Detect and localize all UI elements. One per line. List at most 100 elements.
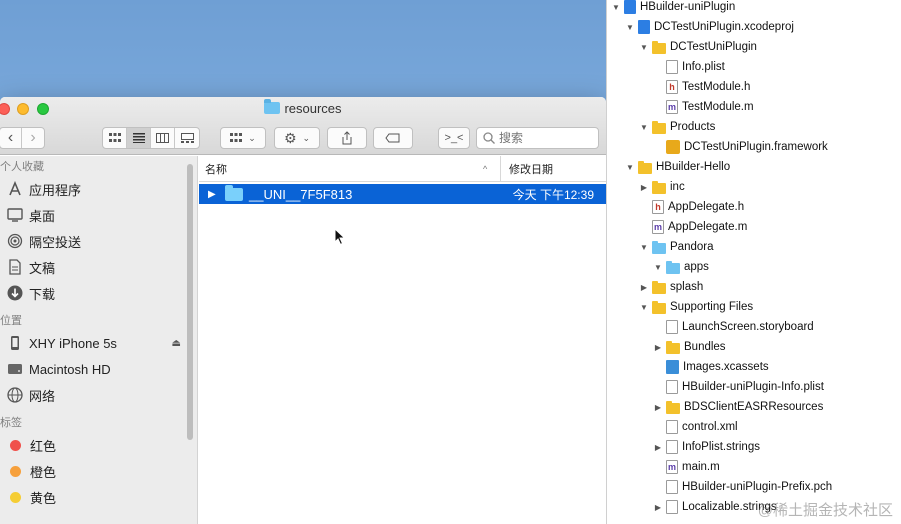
sidebar-scrollbar[interactable] xyxy=(187,164,193,440)
disclosure-open-icon[interactable]: ▼ xyxy=(639,303,649,312)
navigator-item[interactable]: HBuilder-uniPlugin-Info.plist xyxy=(607,377,824,397)
sidebar-item-downloads[interactable]: 下载 xyxy=(0,280,197,306)
window-title-text: resources xyxy=(284,101,342,116)
back-button[interactable]: ‹ xyxy=(0,128,22,148)
disclosure-open-icon[interactable]: ▼ xyxy=(639,43,649,52)
navigator-item[interactable]: ▼ Pandora xyxy=(607,237,713,257)
project-icon xyxy=(624,0,636,14)
finder-sidebar: 个人收藏 应用程序 桌面 隔空投送 文稿 下载 位置 XHY iPhone 5s… xyxy=(0,156,198,524)
navigator-item[interactable]: ▶ Localizable.strings xyxy=(607,497,777,517)
navigator-item[interactable]: h AppDelegate.h xyxy=(607,197,744,217)
navigator-item-label: control.xml xyxy=(682,421,738,433)
terminal-button[interactable]: >_< xyxy=(438,127,470,149)
file-icon xyxy=(666,320,678,334)
name-column-header[interactable]: 名称 xyxy=(199,156,501,181)
navigator-item[interactable]: ▼ HBuilder-Hello xyxy=(607,157,730,177)
navigator-item[interactable]: ▼ HBuilder-uniPlugin xyxy=(607,0,735,17)
forward-button[interactable]: › xyxy=(22,128,44,148)
blue-folder-icon xyxy=(666,260,680,274)
file-icon xyxy=(666,480,678,494)
navigator-item[interactable]: LaunchScreen.storyboard xyxy=(607,317,814,337)
edit-tags-button[interactable] xyxy=(373,127,413,149)
file-icon xyxy=(666,500,678,514)
navigator-item[interactable]: ▼ DCTestUniPlugin xyxy=(607,37,757,57)
column-view-button[interactable] xyxy=(151,128,175,148)
disclosure-open-icon[interactable]: ▼ xyxy=(625,23,635,32)
sidebar-item-macintosh-hd[interactable]: Macintosh HD xyxy=(0,356,197,382)
disclosure-closed-icon[interactable]: ▶ xyxy=(653,403,663,412)
disclosure-open-icon[interactable]: ▼ xyxy=(625,163,635,172)
sidebar-item-tag-yellow[interactable]: 黄色 xyxy=(0,484,197,510)
action-button[interactable]: ⚙ ⌄ xyxy=(274,127,320,149)
sidebar-item-network[interactable]: 网络 xyxy=(0,382,197,408)
disclosure-closed-icon[interactable]: ▶ xyxy=(653,503,663,512)
navigator-item[interactable]: h TestModule.h xyxy=(607,77,750,97)
navigator-item[interactable]: ▶ InfoPlist.strings xyxy=(607,437,760,457)
search-input[interactable] xyxy=(499,131,589,145)
navigator-item[interactable]: m TestModule.m xyxy=(607,97,754,117)
share-button[interactable] xyxy=(327,127,367,149)
table-row[interactable]: ▶ __UNI__7F5F813 今天 下午12:39 xyxy=(199,184,606,204)
navigator-item[interactable]: ▼ Supporting Files xyxy=(607,297,753,317)
sidebar-item-label: Macintosh HD xyxy=(29,361,111,377)
navigator-item-label: Supporting Files xyxy=(670,301,754,313)
disclosure-closed-icon[interactable]: ▶ xyxy=(653,443,663,452)
navigator-item[interactable]: ▼ DCTestUniPlugin.xcodeproj xyxy=(607,17,794,37)
sidebar-item-airdrop[interactable]: 隔空投送 xyxy=(0,228,197,254)
sidebar-item-desktop[interactable]: 桌面 xyxy=(0,202,197,228)
source-file-icon: m xyxy=(666,100,678,114)
framework-icon xyxy=(666,140,680,154)
folder-icon xyxy=(264,99,281,114)
gallery-view-button[interactable] xyxy=(175,128,199,148)
search-icon xyxy=(483,132,495,144)
sidebar-item-tag-orange[interactable]: 橙色 xyxy=(0,458,197,484)
sidebar-item-tag-red[interactable]: 红色 xyxy=(0,432,197,458)
navigator-item[interactable]: ▼ Products xyxy=(607,117,715,137)
file-name: __UNI__7F5F813 xyxy=(249,186,353,202)
navigator-item[interactable]: HBuilder-uniPlugin-Prefix.pch xyxy=(607,477,832,497)
date-column-header[interactable]: 修改日期 xyxy=(501,161,553,177)
sort-up-icon: ^ xyxy=(483,163,488,174)
navigator-item[interactable]: ▶ Bundles xyxy=(607,337,726,357)
navigator-item-label: Bundles xyxy=(684,341,726,353)
back-forward-control: ‹ › xyxy=(0,127,45,149)
column-header: 名称 ^ 修改日期 xyxy=(199,156,606,182)
navigator-item[interactable]: Info.plist xyxy=(607,57,725,77)
navigator-item[interactable]: m AppDelegate.m xyxy=(607,217,747,237)
folder-icon xyxy=(652,40,666,54)
iphone-icon xyxy=(6,334,24,352)
disclosure-closed-icon[interactable]: ▶ xyxy=(639,183,649,192)
search-field[interactable] xyxy=(476,127,599,149)
file-list: 名称 ^ 修改日期 ▶ __UNI__7F5F813 今天 下午12:39 xyxy=(199,156,606,524)
harddisk-icon xyxy=(6,360,24,378)
disclosure-closed-icon[interactable]: ▶ xyxy=(653,343,663,352)
navigator-item[interactable]: ▼ apps xyxy=(607,257,709,277)
finder-titlebar: resources ‹ › ⌄ ⚙ ⌄ >_< 搜索 xyxy=(0,97,606,155)
chevron-down-icon: ⌄ xyxy=(248,132,256,143)
icon-view-button[interactable] xyxy=(103,128,127,148)
disclosure-open-icon[interactable]: ▼ xyxy=(611,3,621,12)
navigator-item[interactable]: ▶ splash xyxy=(607,277,703,297)
list-view-button[interactable] xyxy=(127,128,151,148)
disclosure-open-icon[interactable]: ▼ xyxy=(639,243,649,252)
group-by-button[interactable]: ⌄ xyxy=(220,127,266,149)
navigator-item[interactable]: DCTestUniPlugin.framework xyxy=(607,137,828,157)
disclosure-open-icon[interactable]: ▼ xyxy=(653,263,663,272)
navigator-item[interactable]: ▶ inc xyxy=(607,177,685,197)
sidebar-item-label: 应用程序 xyxy=(29,182,82,198)
disclosure-open-icon[interactable]: ▼ xyxy=(639,123,649,132)
navigator-item[interactable]: ▶ BDSClientEASRResources xyxy=(607,397,823,417)
header-file-icon: h xyxy=(652,200,664,214)
disclosure-triangle-icon[interactable]: ▶ xyxy=(208,189,220,200)
sidebar-item-iphone[interactable]: XHY iPhone 5s ⏏ xyxy=(0,330,197,356)
navigator-item[interactable]: m main.m xyxy=(607,457,720,477)
gear-icon: ⚙ xyxy=(283,129,297,146)
navigator-item[interactable]: Images.xcassets xyxy=(607,357,769,377)
disclosure-closed-icon[interactable]: ▶ xyxy=(639,283,649,292)
sidebar-item-applications[interactable]: 应用程序 xyxy=(0,176,197,202)
eject-icon[interactable]: ⏏ xyxy=(172,338,181,349)
navigator-item[interactable]: control.xml xyxy=(607,417,738,437)
sidebar-item-documents[interactable]: 文稿 xyxy=(0,254,197,280)
folder-icon xyxy=(652,280,666,294)
red-tag-icon xyxy=(10,439,21,451)
